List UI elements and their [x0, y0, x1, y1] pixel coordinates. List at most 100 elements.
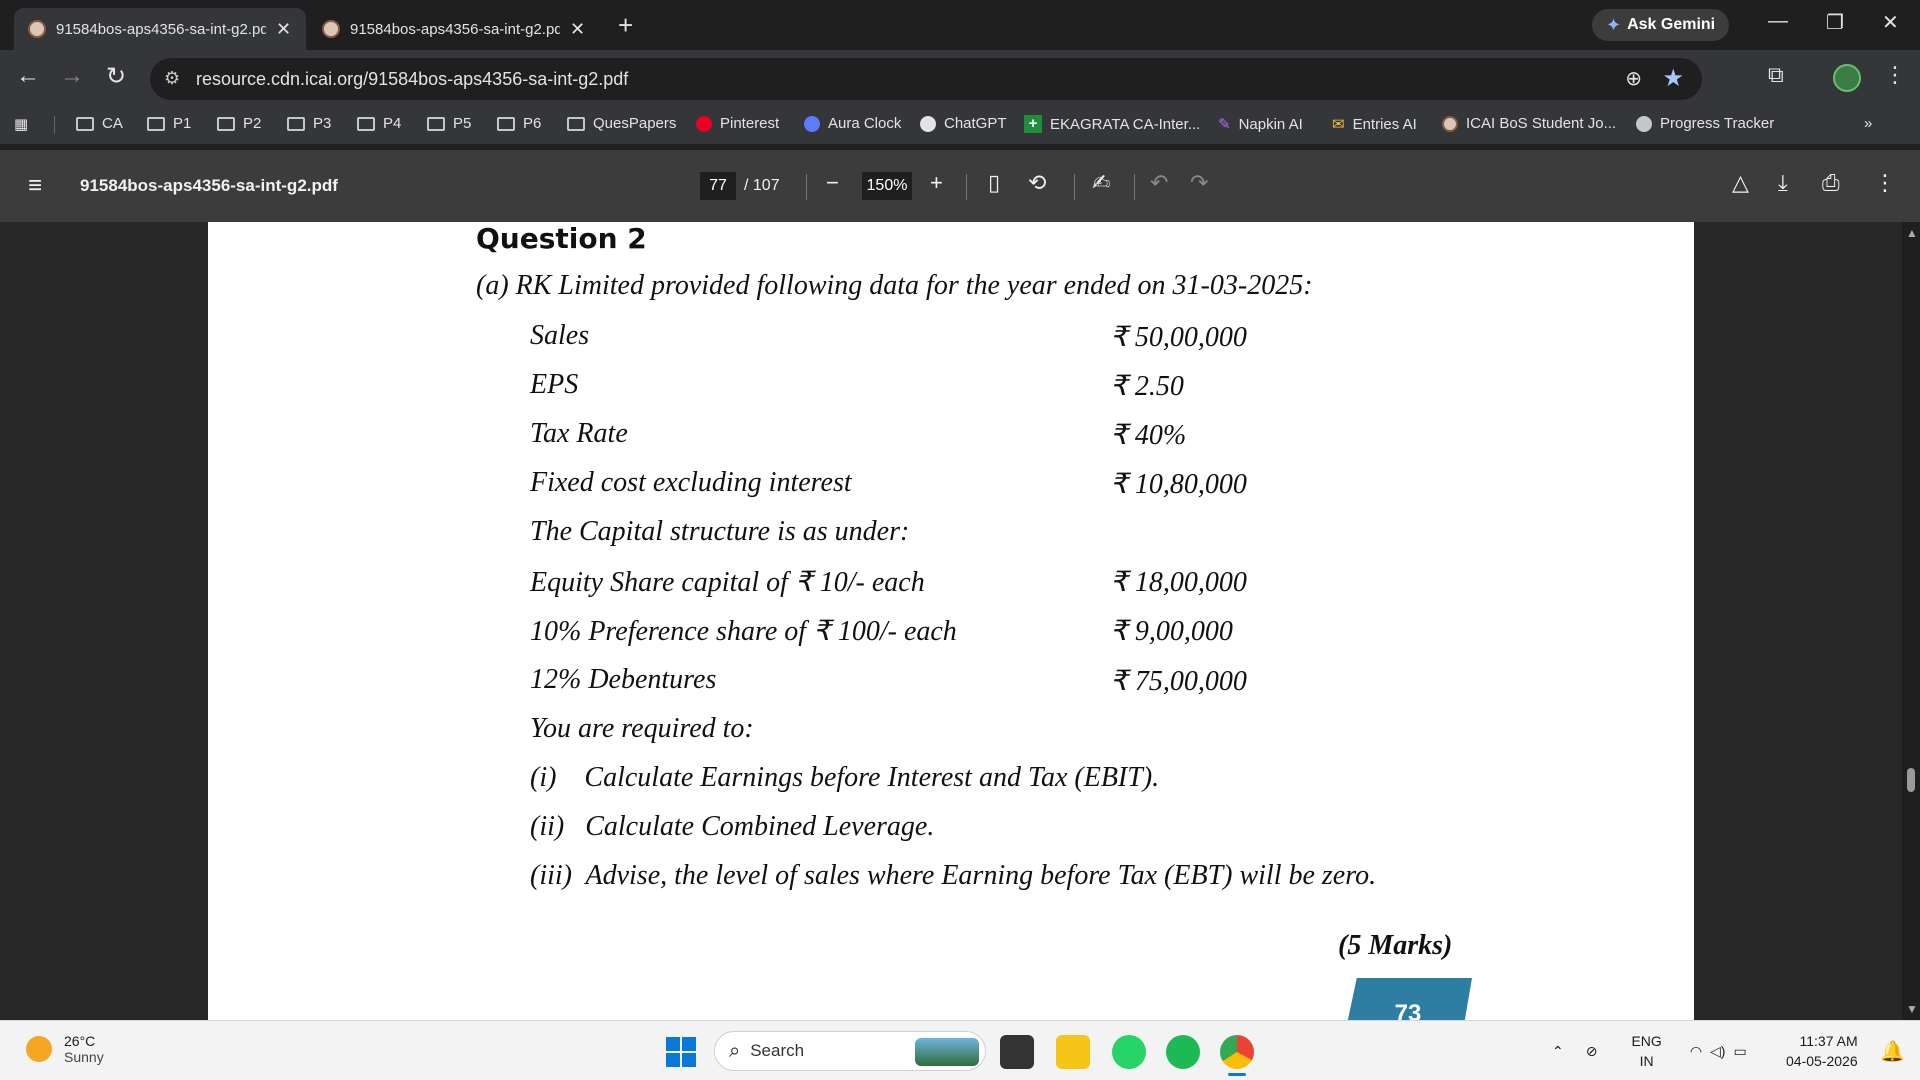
icai-icon — [1442, 115, 1458, 132]
tab-2-title: 91584bos-aps4356-sa-int-g2.pdf — [350, 20, 560, 38]
capital-structure-heading: The Capital structure is as under: — [530, 516, 910, 547]
weather-widget[interactable]: 26°C Sunny — [26, 1033, 104, 1065]
zoom-in-icon[interactable]: + — [930, 170, 943, 196]
zoom-icon[interactable]: ⊕ — [1625, 66, 1642, 91]
chatgpt-icon — [920, 115, 936, 132]
bookmark-p4[interactable]: P4 — [357, 115, 401, 132]
start-button[interactable] — [666, 1037, 696, 1067]
folder-icon — [147, 116, 165, 131]
undo-icon[interactable]: ↶ — [1150, 170, 1168, 196]
system-tray: ⌃ ⊘ ENG IN ◠ ◁) ▭ — [1552, 1031, 1747, 1071]
bookmark-star-icon[interactable]: ★ — [1662, 64, 1684, 93]
tab-1[interactable]: 91584bos-aps4356-sa-int-g2.pdf ✕ — [14, 8, 306, 50]
napkin-icon: ✎ — [1218, 116, 1231, 133]
bookmark-p3[interactable]: P3 — [287, 115, 331, 132]
wifi-icon[interactable]: ◠ — [1690, 1043, 1702, 1060]
bookmark-pinterest[interactable]: Pinterest — [696, 115, 779, 132]
toolbar-divider — [806, 174, 807, 200]
spotify-icon[interactable] — [1166, 1035, 1200, 1069]
page-number-input[interactable]: 77 — [700, 172, 736, 200]
bookmark-label: QuesPapers — [593, 115, 677, 132]
address-bar[interactable]: ⚙ resource.cdn.icai.org/91584bos-aps4356… — [150, 58, 1702, 100]
weather-condition: Sunny — [64, 1049, 104, 1065]
clock[interactable]: 11:37 AM 04-05-2026 — [1786, 1031, 1858, 1071]
clock-icon — [804, 115, 820, 132]
more-bookmarks-icon[interactable]: » — [1864, 115, 1872, 132]
date-text: 04-05-2026 — [1786, 1053, 1858, 1069]
bookmark-p5[interactable]: P5 — [427, 115, 471, 132]
whatsapp-icon[interactable] — [1112, 1035, 1146, 1069]
page-number-badge: 73 — [1344, 978, 1472, 1020]
bookmark-quespapers[interactable]: QuesPapers — [567, 115, 676, 132]
bookmark-napkin[interactable]: ✎ Napkin AI — [1218, 115, 1303, 134]
bookmark-aura-clock[interactable]: Aura Clock — [804, 115, 901, 132]
requirement-iii: (iii) Advise, the level of sales where E… — [530, 860, 1377, 891]
bookmark-label: CA — [102, 115, 123, 132]
bookmark-label: P4 — [383, 115, 402, 132]
capital-value-equity: ₹ 18,00,000 — [1110, 567, 1247, 598]
tab-2[interactable]: 91584bos-aps4356-sa-int-g2.pdf ✕ — [308, 8, 600, 50]
bookmark-entries[interactable]: ✉ Entries AI — [1332, 115, 1417, 134]
browser-menu-icon[interactable]: ⋮ — [1884, 62, 1906, 88]
entries-icon: ✉ — [1332, 116, 1345, 133]
print-icon[interactable]: ⎙ — [1822, 170, 1840, 196]
bookmark-label: ChatGPT — [944, 115, 1007, 132]
task-view-icon[interactable] — [1000, 1035, 1034, 1069]
apps-grid-icon[interactable]: ▦ — [14, 115, 28, 133]
tab-search-icon[interactable]: ⧉ — [1768, 62, 1784, 88]
fit-page-icon[interactable]: ▯ — [988, 170, 1000, 196]
pinterest-icon — [696, 115, 712, 132]
data-value-sales: ₹ 50,00,000 — [1110, 322, 1247, 353]
zoom-out-icon[interactable]: − — [826, 170, 839, 196]
sync-off-icon[interactable]: ⊘ — [1586, 1043, 1598, 1060]
bookmark-chatgpt[interactable]: ChatGPT — [920, 115, 1007, 132]
requirement-ii: (ii) Calculate Combined Leverage. — [530, 811, 935, 842]
bookmark-ekagrata[interactable]: + EKAGRATA CA-Inter... — [1024, 115, 1200, 133]
download-icon[interactable]: ⤓ — [1778, 170, 1788, 196]
battery-icon[interactable]: ▭ — [1733, 1043, 1746, 1060]
scroll-down-icon[interactable]: ▼ — [1906, 1002, 1918, 1016]
forward-button[interactable]: → — [60, 62, 84, 90]
data-value-fixed-cost: ₹ 10,80,000 — [1110, 469, 1247, 500]
site-settings-icon[interactable]: ⚙ — [164, 68, 186, 90]
window-close-button[interactable]: ✕ — [1882, 10, 1899, 35]
new-tab-button[interactable]: + — [618, 10, 633, 41]
drive-save-icon[interactable]: △ — [1732, 170, 1749, 196]
bookmark-p6[interactable]: P6 — [497, 115, 541, 132]
taskbar-search[interactable]: ⌕ Search — [714, 1031, 986, 1071]
scrollbar-thumb[interactable] — [1907, 768, 1915, 792]
back-button[interactable]: ← — [16, 62, 40, 90]
rotate-icon[interactable]: ⟲ — [1028, 170, 1046, 196]
bookmark-p1[interactable]: P1 — [147, 115, 191, 132]
ask-gemini-button[interactable]: ✦ Ask Gemini — [1592, 9, 1730, 41]
notification-icon[interactable]: 🔔 — [1880, 1039, 1905, 1064]
close-icon[interactable]: ✕ — [570, 19, 585, 40]
file-explorer-icon[interactable] — [1056, 1035, 1090, 1069]
reload-button[interactable]: ↻ — [106, 62, 126, 91]
bookmark-ca[interactable]: CA — [76, 115, 123, 132]
zoom-level-input[interactable]: 150% — [862, 172, 912, 200]
capital-value-debentures: ₹ 75,00,000 — [1110, 666, 1247, 697]
bookmark-label: Napkin AI — [1238, 115, 1303, 133]
redo-icon[interactable]: ↷ — [1190, 170, 1208, 196]
bookmark-icai-bos[interactable]: ICAI BoS Student Jo... — [1442, 115, 1616, 132]
bookmark-p2[interactable]: P2 — [217, 115, 261, 132]
vertical-scrollbar[interactable]: ▲ ▼ — [1902, 222, 1920, 1020]
language-indicator[interactable]: ENG IN — [1631, 1031, 1661, 1071]
scroll-up-icon[interactable]: ▲ — [1906, 226, 1918, 240]
volume-icon[interactable]: ◁) — [1710, 1043, 1725, 1060]
page-total: / 107 — [744, 177, 780, 194]
chevron-up-icon[interactable]: ⌃ — [1552, 1043, 1564, 1060]
chrome-icon[interactable] — [1220, 1035, 1254, 1069]
more-options-icon[interactable]: ⋮ — [1874, 170, 1896, 196]
avatar[interactable] — [1833, 64, 1861, 92]
minimize-button[interactable]: — — [1768, 10, 1788, 33]
annotate-icon[interactable]: ✍ — [1092, 170, 1110, 196]
pdf-viewer[interactable]: Question 2 (a) RK Limited provided follo… — [0, 222, 1902, 1020]
toolbar-divider — [1134, 174, 1135, 200]
restore-button[interactable]: ❐ — [1826, 10, 1844, 35]
close-icon[interactable]: ✕ — [276, 19, 291, 40]
bookmark-label: Aura Clock — [828, 115, 902, 132]
bookmark-progress-tracker[interactable]: Progress Tracker — [1636, 115, 1774, 132]
hamburger-menu-icon[interactable]: ≡ — [28, 172, 42, 200]
